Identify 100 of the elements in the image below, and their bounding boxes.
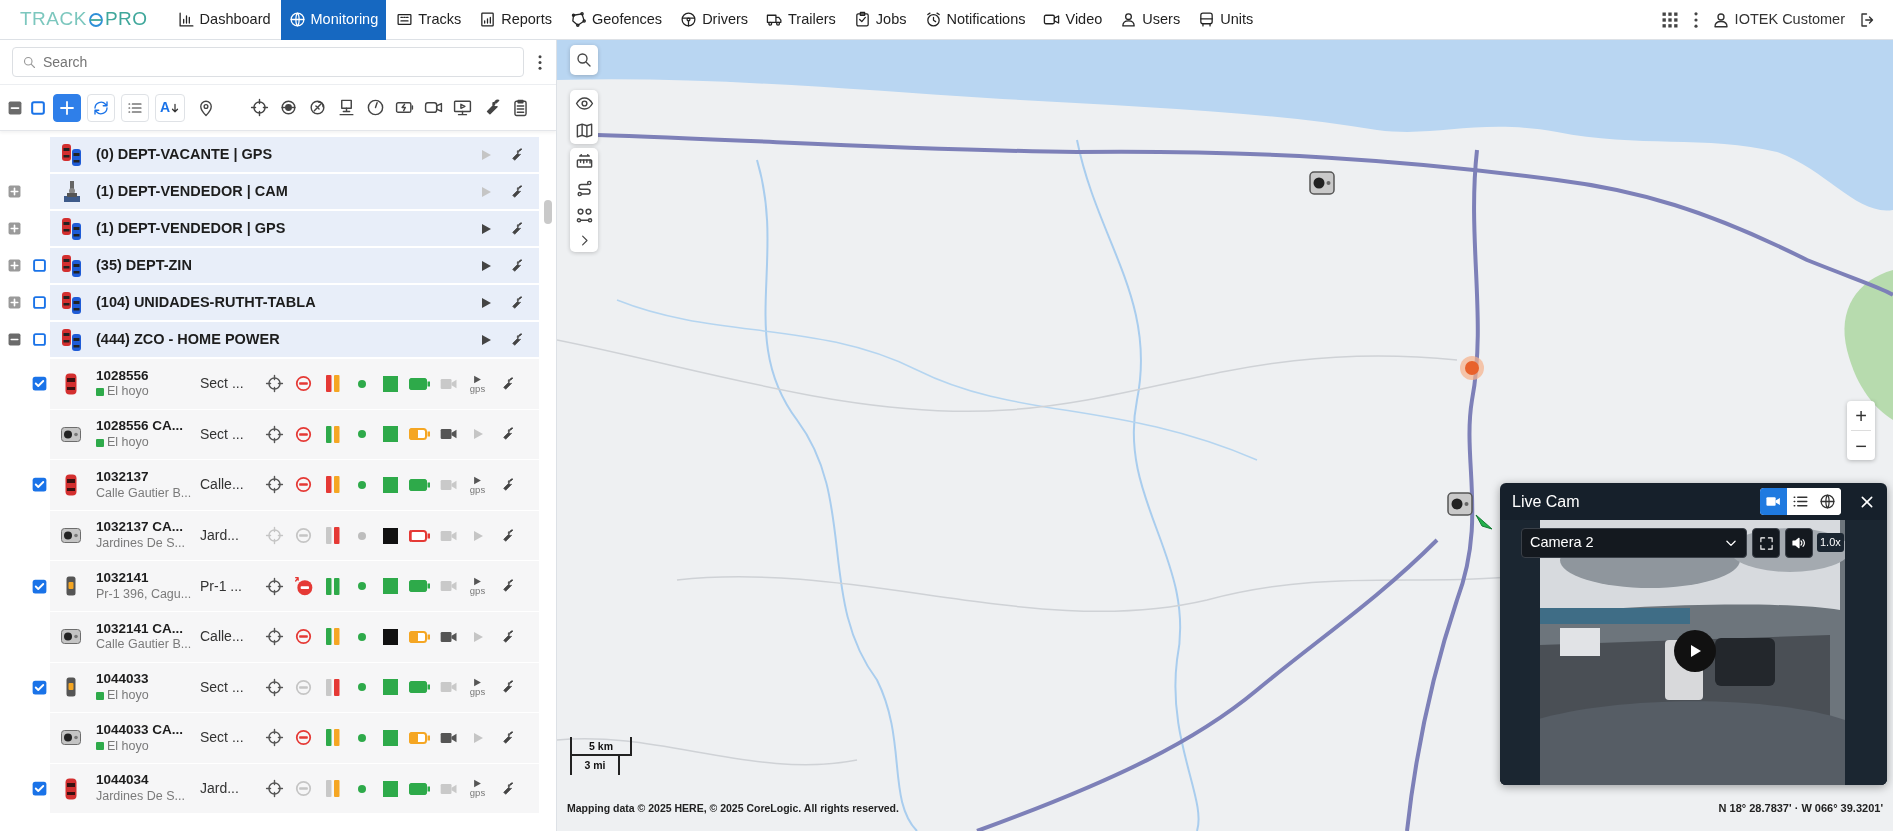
checkbox[interactable] — [32, 296, 46, 309]
sort-button[interactable]: A — [155, 93, 185, 122]
nav-item[interactable]: Notifications — [916, 0, 1034, 40]
crosshair-icon[interactable] — [265, 677, 284, 697]
nav-item[interactable]: Trailers — [758, 0, 844, 40]
car-icon — [65, 474, 77, 496]
gps-play-button[interactable]: gps — [469, 779, 486, 798]
monitor-icon[interactable] — [453, 98, 472, 117]
collapse-all-icon[interactable] — [8, 100, 22, 115]
group-row[interactable]: (444) ZCO - HOME POWER — [50, 322, 539, 357]
vehicle-address: Jard... — [200, 779, 240, 799]
checkbox[interactable] — [31, 376, 47, 392]
battery-icon — [408, 479, 431, 491]
play-icon — [473, 374, 482, 384]
nav-item[interactable]: Reports — [471, 0, 560, 40]
checkbox[interactable] — [32, 259, 46, 272]
nav-item[interactable]: Jobs — [845, 0, 915, 40]
add-button[interactable] — [53, 93, 81, 122]
group-row[interactable]: (35) DEPT-ZIN — [50, 248, 539, 283]
crosshair-icon[interactable] — [265, 374, 284, 394]
vehicle-address: Calle... — [200, 475, 245, 495]
nav-item[interactable]: Video — [1035, 0, 1111, 40]
checkbox[interactable] — [31, 679, 47, 695]
gps-play-button[interactable]: gps — [469, 374, 486, 394]
play-icon[interactable] — [480, 259, 492, 272]
vehicle-location: El hoyo — [107, 688, 149, 704]
battery-icon — [408, 782, 431, 795]
kebab-icon — [538, 54, 542, 70]
kebab-icon — [1693, 11, 1698, 28]
input-bars-icon — [325, 476, 340, 494]
vehicle-location: Jardines De S... — [96, 789, 185, 805]
crosshair-icon[interactable] — [265, 728, 284, 748]
group-name: (104) UNIDADES-RUTHT-TABLA — [96, 292, 317, 312]
search-icon — [22, 55, 37, 70]
play-icon — [473, 678, 482, 688]
vehicle-name: 1032137 — [96, 468, 150, 486]
vehicle-row[interactable]: 1044033 El hoyo Sect ... gps — [50, 662, 539, 713]
vehicle-row[interactable]: 1044034 Jardines De S... Jard... gps — [50, 763, 539, 814]
select-all-checkbox[interactable] — [31, 100, 45, 115]
user-menu[interactable]: IOTEK Customer — [1709, 6, 1847, 33]
crosshair-icon[interactable] — [265, 779, 284, 799]
list-button[interactable] — [121, 93, 149, 122]
input-bars-icon — [325, 527, 340, 545]
vehicle-row[interactable]: 1028556 El hoyo Sect ... gps — [50, 359, 539, 409]
expand-button[interactable] — [7, 259, 21, 272]
nav-item[interactable]: Units — [1190, 0, 1262, 40]
input-bars-icon — [325, 375, 340, 393]
group-row[interactable]: (104) UNIDADES-RUTHT-TABLA — [50, 285, 539, 320]
battery-icon — [408, 377, 431, 390]
crosshair-icon[interactable] — [265, 475, 284, 495]
expand-button[interactable] — [7, 296, 21, 309]
play-icon — [473, 779, 482, 789]
search-field[interactable]: Search — [12, 47, 524, 77]
collapse-button[interactable] — [7, 333, 21, 346]
group-row[interactable]: (1) DEPT-VENDEDOR | CAM — [50, 174, 539, 209]
play-icon[interactable] — [480, 333, 492, 346]
dashcam-icon — [62, 179, 82, 204]
expand-button[interactable] — [7, 185, 21, 198]
satellite-icon[interactable] — [308, 98, 327, 117]
checkbox[interactable] — [32, 333, 46, 346]
gps-play-button[interactable]: gps — [469, 475, 486, 495]
crosshair-icon[interactable] — [265, 424, 284, 444]
vehicle-row[interactable]: 1028556 CA... El hoyo Sect ... — [50, 409, 539, 460]
desktop-icon[interactable] — [337, 98, 356, 117]
vehicle-location: El hoyo — [107, 738, 149, 755]
vehicle-address: Sect ... — [200, 374, 245, 394]
vehicle-name: 1044033 CA... — [96, 721, 185, 739]
vehicle-location: El hoyo — [107, 384, 149, 401]
more-button[interactable] — [536, 52, 544, 72]
nav-item[interactable]: Dashboard — [169, 0, 279, 40]
nav-item[interactable]: Monitoring — [280, 0, 387, 40]
expand-button[interactable] — [7, 222, 21, 235]
vehicle-name: 1032137 CA... — [96, 519, 185, 537]
nav-item[interactable]: Geofences — [562, 0, 671, 40]
group-row[interactable]: (0) DEPT-VACANTE | GPS — [50, 137, 539, 172]
clipboard-icon[interactable] — [511, 98, 530, 117]
group-row[interactable]: (1) DEPT-VENDEDOR | GPS — [50, 211, 539, 246]
nav-item[interactable]: Tracks — [388, 0, 470, 40]
checkbox[interactable] — [31, 477, 47, 493]
nav-item[interactable]: Users — [1112, 0, 1189, 40]
checkbox[interactable] — [31, 781, 47, 797]
play-icon[interactable] — [480, 296, 492, 309]
crosshair-icon[interactable] — [265, 627, 284, 647]
gauge-icon[interactable] — [366, 98, 385, 117]
camera-icon — [61, 426, 81, 442]
refresh-button[interactable] — [87, 93, 115, 122]
scrollbar-thumb[interactable] — [544, 200, 552, 224]
pin-icon[interactable] — [197, 98, 215, 117]
vehicle-row[interactable]: 1044033 CA... El hoyo Sect ... — [50, 713, 539, 763]
gps-play-button[interactable]: gps — [469, 576, 486, 596]
gps-play-button[interactable]: gps — [469, 678, 486, 697]
crosshair-icon[interactable] — [250, 98, 269, 117]
play-icon[interactable] — [480, 222, 492, 235]
cars-icon — [60, 327, 84, 352]
vehicle-row[interactable]: 1032137 CA... Jardines De S... Jard... — [50, 510, 539, 561]
target-icon[interactable] — [279, 98, 298, 117]
nav-item[interactable]: Drivers — [672, 0, 757, 40]
checkbox[interactable] — [31, 578, 47, 594]
crosshair-icon[interactable] — [265, 576, 284, 596]
more-button[interactable] — [1691, 9, 1700, 30]
